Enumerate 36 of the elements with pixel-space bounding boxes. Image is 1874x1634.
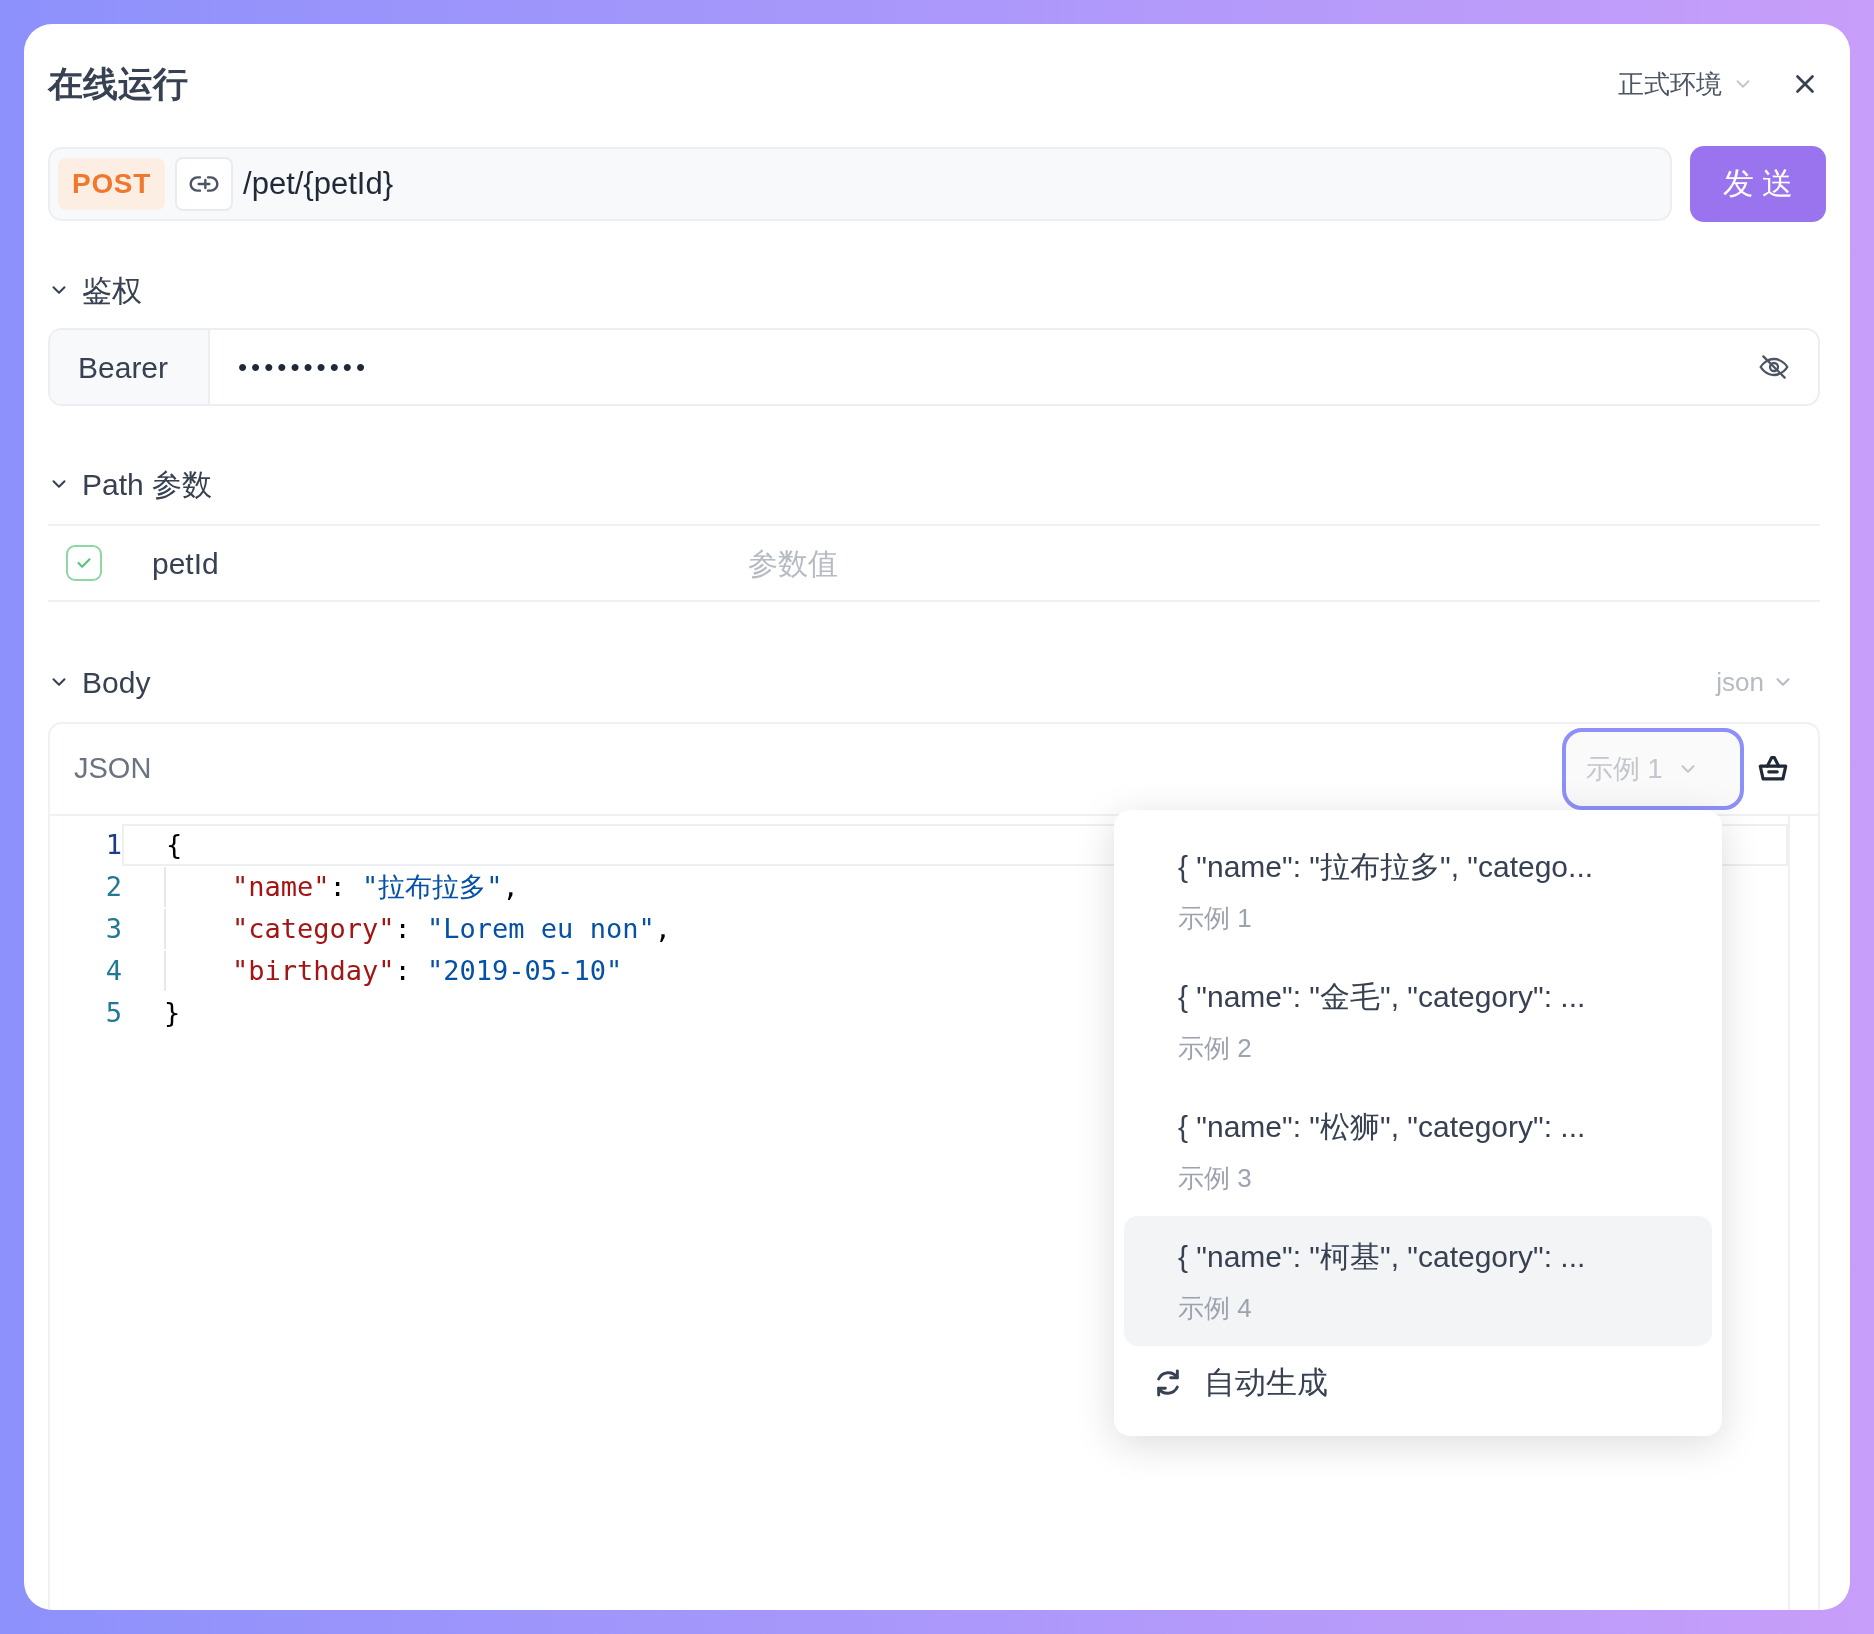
environment-select[interactable]: 正式环境 <box>1618 64 1754 104</box>
checkbox[interactable] <box>66 545 102 581</box>
auto-generate-button[interactable]: 自动生成 <box>1124 1346 1712 1420</box>
code-line: "name": "拉布拉多", <box>164 866 519 908</box>
param-value-field[interactable]: 参数值 <box>748 540 1820 586</box>
section-title[interactable]: Path 参数 <box>82 461 213 507</box>
example-preview: { "name": "金毛", "category": ... <box>1178 979 1587 1015</box>
example-option[interactable]: { "name": "柯基", "category": ... 示例 4 <box>1124 1216 1712 1346</box>
line-number: 5 <box>104 995 122 1030</box>
example-option[interactable]: { "name": "拉布拉多", "catego... 示例 1 <box>1124 826 1712 956</box>
example-preview: { "name": "柯基", "category": ... <box>1178 1239 1587 1275</box>
link-icon[interactable] <box>175 157 234 211</box>
example-option[interactable]: { "name": "金毛", "category": ... 示例 2 <box>1124 956 1712 1086</box>
example-preview: { "name": "松狮", "category": ... <box>1178 1109 1587 1145</box>
code-line: "birthday": "2019-05-10" <box>164 950 623 992</box>
code-line: } <box>164 995 181 1030</box>
code-line: { <box>166 827 183 862</box>
url-bar[interactable]: POST /pet/{petId} <box>48 147 1672 221</box>
example-label: 示例 4 <box>1178 1292 1253 1325</box>
example-preview: { "name": "拉布拉多", "catego... <box>1178 849 1595 885</box>
example-option[interactable]: { "name": "松狮", "category": ... 示例 3 <box>1124 1086 1712 1216</box>
line-number: 4 <box>104 953 122 988</box>
line-number: 3 <box>104 911 122 946</box>
line-number: 1 <box>104 827 122 862</box>
url-path: /pet/{petId} <box>243 164 394 203</box>
code-line: "category": "Lorem eu non", <box>164 908 671 950</box>
param-name: petId <box>152 545 220 582</box>
method-badge: POST <box>58 158 166 210</box>
example-label: 示例 3 <box>1178 1162 1253 1195</box>
dialog-title: 在线运行 <box>48 62 188 105</box>
section-title[interactable]: 鉴权 <box>82 267 142 313</box>
example-label: 示例 1 <box>1178 902 1253 935</box>
section-title[interactable]: Body <box>82 659 151 705</box>
example-label: 示例 2 <box>1178 1032 1253 1065</box>
line-number: 2 <box>104 869 122 904</box>
editor-label: JSON <box>74 751 152 787</box>
